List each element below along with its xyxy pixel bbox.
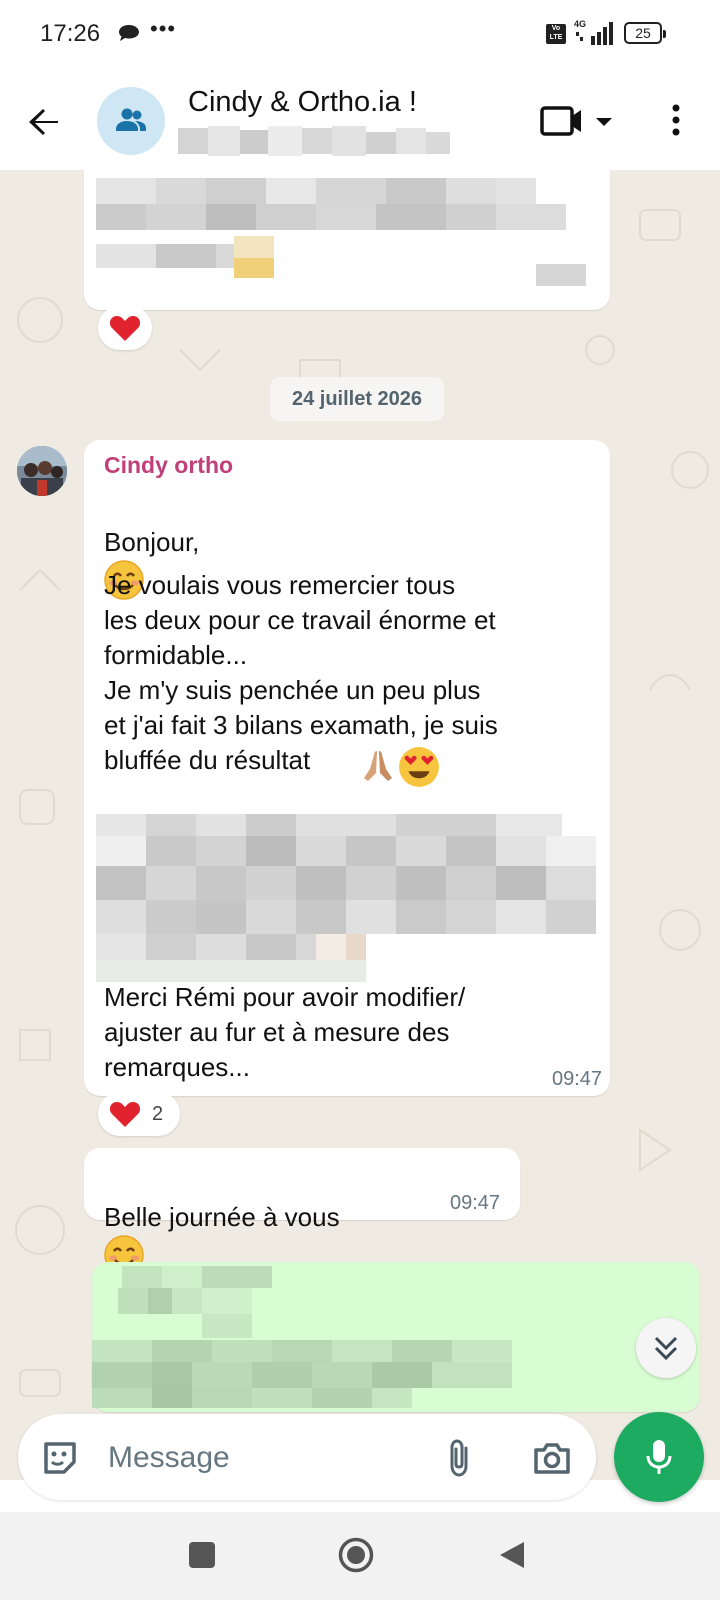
mic-icon	[646, 1440, 672, 1474]
redacted-content	[96, 178, 586, 286]
reaction-badge[interactable]: 2	[98, 1092, 180, 1136]
more-vert-icon[interactable]	[664, 100, 688, 140]
chat-notification-icon	[119, 25, 139, 41]
nav-recents-icon[interactable]	[189, 1542, 215, 1568]
group-icon	[116, 108, 146, 131]
reaction-previous[interactable]	[98, 306, 152, 350]
chat-area[interactable]: 24 juillet 2026 Cindy ortho Bonjour, Je …	[0, 170, 720, 1480]
dropdown-icon	[596, 118, 612, 126]
redacted-content	[92, 1266, 512, 1408]
message-body: Je voulais vous remercier tous les deux …	[104, 570, 498, 775]
message-footer: Merci Rémi pour avoir modifier/ ajuster …	[104, 982, 466, 1082]
scroll-to-bottom-button[interactable]	[636, 1318, 696, 1378]
compose-bar	[18, 1414, 596, 1500]
chat-header: Cindy & Ortho.ia !	[0, 72, 720, 170]
back-arrow-icon[interactable]	[24, 102, 64, 142]
date-separator: 24 juillet 2026	[270, 377, 444, 421]
message-bubble-previous[interactable]	[84, 170, 610, 310]
heart-eyes-emoji-icon	[399, 747, 439, 787]
message-bubble-outgoing[interactable]	[92, 1262, 700, 1412]
nav-back-icon[interactable]	[498, 1540, 526, 1570]
greeting-text: Bonjour,	[104, 527, 200, 557]
message-input[interactable]	[106, 1436, 410, 1480]
participants-redacted	[178, 126, 450, 156]
camera-icon[interactable]	[532, 1438, 572, 1478]
second-time: 09:47	[450, 1192, 501, 1214]
second-text: Belle journée à vous	[104, 1202, 340, 1232]
chevron-double-down-icon	[654, 1336, 678, 1361]
status-bar: 17:26 ••• Vo LTE 4G 25	[0, 0, 720, 72]
sticker-icon[interactable]	[40, 1438, 80, 1478]
signal-icon: 4G	[574, 19, 613, 45]
nav-home-icon[interactable]	[338, 1537, 374, 1573]
volte-icon: Vo LTE	[546, 24, 566, 44]
reaction-count: 2	[152, 1103, 164, 1125]
more-notifications-icon: •••	[150, 16, 177, 41]
status-time: 17:26	[40, 20, 101, 47]
sender-avatar[interactable]	[17, 446, 67, 496]
system-nav-bar	[0, 1512, 720, 1600]
sender-name: Cindy ortho	[104, 452, 234, 478]
pray-emoji-icon	[364, 751, 392, 781]
voice-message-button[interactable]	[614, 1412, 704, 1502]
battery-icon: 25	[624, 22, 666, 44]
message-second: Belle journée à vous	[104, 1165, 340, 1275]
avatar-photo	[17, 446, 67, 496]
chat-title[interactable]: Cindy & Ortho.ia !	[188, 86, 417, 119]
redacted-content	[96, 814, 596, 982]
group-avatar[interactable]	[97, 87, 165, 155]
svg-text:4G: 4G	[574, 19, 586, 29]
video-call-icon[interactable]	[540, 100, 620, 140]
attach-icon[interactable]	[442, 1438, 478, 1478]
heart-icon	[109, 1102, 141, 1127]
message-time: 09:47	[552, 1068, 603, 1090]
heart-icon	[109, 316, 141, 341]
